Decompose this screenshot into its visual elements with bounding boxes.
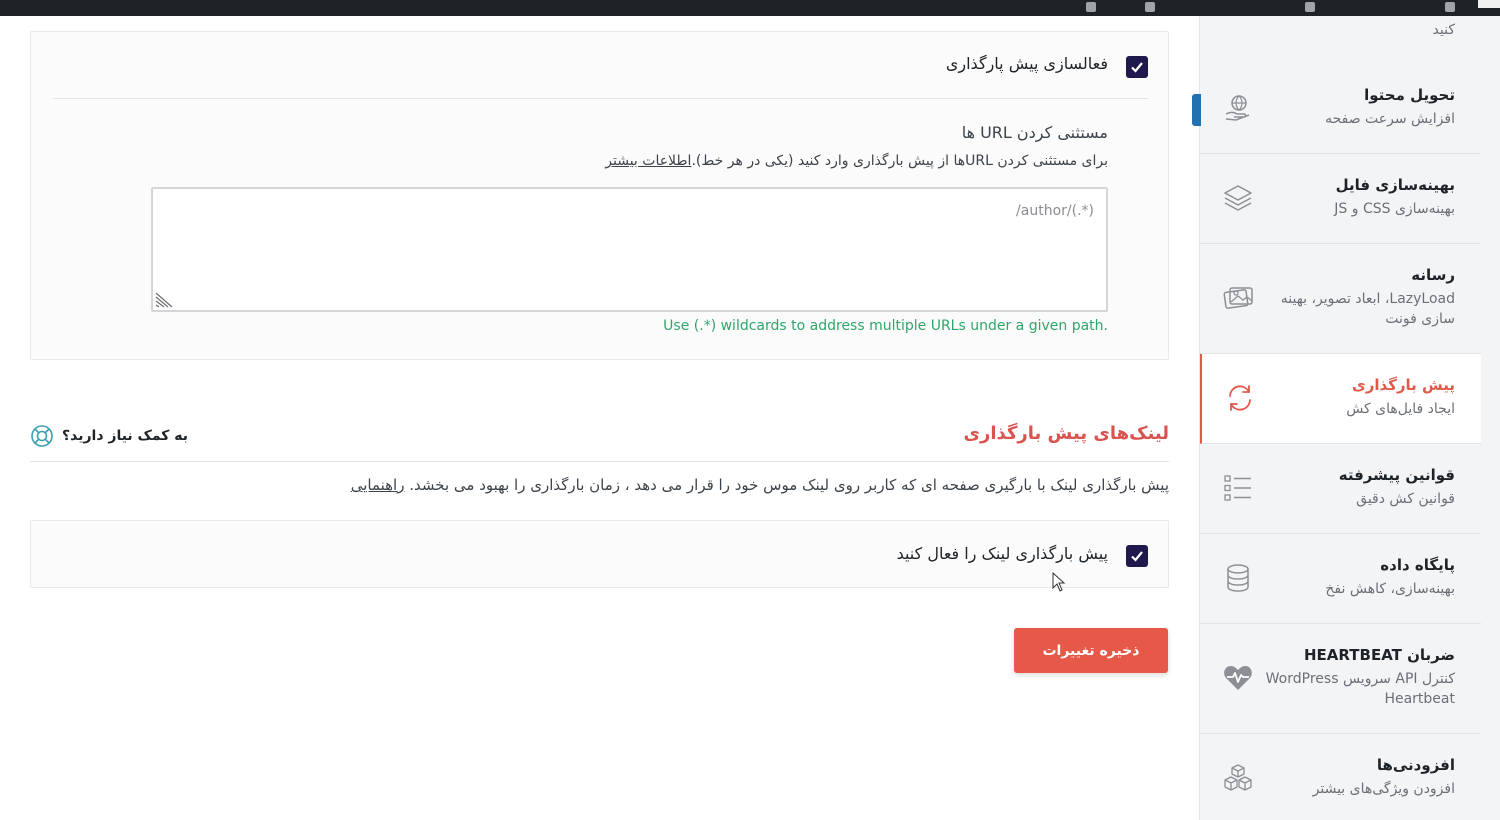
mouse-cursor-icon [1052, 572, 1066, 592]
divider [53, 98, 1148, 99]
sidebar-item-title: افزودنی‌ها [1376, 756, 1455, 774]
preload-links-desc-text: پیش بارگذاری لینک با بارگیری صفحه ای که … [409, 476, 1169, 494]
sidebar-item-title: قوانین پیشرفته [1338, 466, 1455, 484]
cdn-globe-hand-icon [1222, 92, 1254, 124]
help-label: به کمک نیاز دارید؟ [62, 428, 189, 444]
sidebar-item-advanced-rules[interactable]: قوانین پیشرفته قوانین کش دقیق [1200, 444, 1481, 534]
sidebar-item-media[interactable]: رسانه LazyLoad، ابعاد تصویر، بهینه سازی ف… [1200, 244, 1481, 354]
enable-preload-checkbox[interactable] [1126, 56, 1148, 78]
sidebar-item-heartbeat[interactable]: ضربان HEARTBEAT کنترل API سرویس WordPress… [1200, 624, 1481, 734]
sidebar-item-subtitle: قوانین کش دقیق [1356, 491, 1455, 507]
enable-preload-label: فعالسازی پیش پارگذاری [945, 54, 1108, 73]
preload-links-title: لینک‌های پیش بارگذاری [963, 423, 1169, 444]
sidebar-item-title: رسانه [1411, 266, 1455, 284]
sidebar-item-subtitle: ایجاد فایل‌های کش [1346, 401, 1455, 417]
sidebar-item-title: بهینه‌سازی فایل [1335, 176, 1455, 194]
check-icon [1131, 551, 1143, 562]
exclude-urls-description: برای مستثنی کردن URLها از پیش بارگذاری و… [605, 153, 1108, 169]
check-icon [1131, 62, 1143, 73]
sidebar-item-subtitle: بهینه‌سازی، کاهش نفخ [1325, 581, 1455, 597]
enable-link-preload-label: پیش بارگذاری لینک را فعال کنید [896, 544, 1108, 563]
images-icon [1222, 282, 1254, 314]
sidebar-item-subtitle: کنترل API سرویس WordPress Heartbeat [1265, 671, 1455, 707]
sidebar-item-preload[interactable]: پیش بارگذاری ایجاد فایل‌های کش [1200, 354, 1481, 444]
exclude-urls-textarea[interactable]: /author/(.*) [151, 187, 1108, 312]
enable-link-preload-checkbox[interactable] [1126, 545, 1148, 567]
exclude-desc-text: برای مستثنی کردن URLها از پیش بارگذاری و… [691, 153, 1108, 169]
link-preload-card: پیش بارگذاری لینک را فعال کنید [30, 520, 1169, 588]
sidebar-item-cdn[interactable]: تحویل محتوا افزایش سرعت صفحه [1200, 64, 1481, 154]
heartbeat-icon [1222, 662, 1254, 694]
admin-bar-corner [1478, 0, 1500, 8]
sidebar-item-title: تحویل محتوا [1364, 86, 1455, 104]
wildcard-hint: Use (.*) wildcards to address multiple U… [663, 318, 1108, 334]
sidebar-item-file-optimization[interactable]: بهینه‌سازی فایل بهینه‌سازی CSS و JS [1200, 154, 1481, 244]
admin-bar [0, 0, 1500, 16]
resize-grip-icon[interactable] [155, 292, 173, 308]
list-icon [1222, 472, 1254, 504]
sidebar-top-fragment: کنید [1432, 22, 1455, 38]
sidebar-item-title: پیش بارگذاری [1352, 376, 1455, 394]
section-divider [30, 461, 1169, 462]
sidebar-item-database[interactable]: پایگاه داده بهینه‌سازی، کاهش نفخ [1200, 534, 1481, 624]
sidebar-item-subtitle: افزایش سرعت صفحه [1325, 111, 1455, 127]
help-link[interactable]: به کمک نیاز دارید؟ [30, 424, 188, 448]
exclude-urls-value: /author/(.*) [1016, 203, 1094, 219]
settings-sidebar: کنید تحویل محتوا افزایش سرعت صفحه بهینه‌س… [1192, 16, 1500, 820]
exclude-urls-title: مستثنی کردن URL ها [961, 123, 1108, 142]
preload-settings-card: فعالسازی پیش پارگذاری مستثنی کردن URL ها… [30, 31, 1169, 360]
admin-bar-icon[interactable] [1305, 2, 1315, 12]
sidebar-item-title: ضربان HEARTBEAT [1304, 646, 1455, 664]
admin-bar-icon[interactable] [1145, 2, 1155, 12]
admin-bar-icon[interactable] [1445, 2, 1455, 12]
refresh-icon [1224, 382, 1256, 414]
cubes-icon [1222, 762, 1254, 794]
layers-icon [1222, 182, 1254, 214]
sidebar-item-subtitle: LazyLoad، ابعاد تصویر، بهینه سازی فونت [1280, 291, 1455, 327]
preload-links-description: پیش بارگذاری لینک با بارگیری صفحه ای که … [351, 476, 1169, 494]
guide-link[interactable]: راهنمایی [351, 476, 405, 494]
admin-bar-icon[interactable] [1086, 2, 1096, 12]
database-icon [1222, 562, 1254, 594]
sidebar-item-addons[interactable]: افزودنی‌ها افزودن ویژگی‌های بیشتر [1200, 734, 1481, 820]
sidebar-item-title: پایگاه داده [1380, 556, 1455, 574]
more-info-link[interactable]: اطلاعات بیشتر [605, 153, 691, 169]
sidebar-item-subtitle: افزودن ویژگی‌های بیشتر [1312, 781, 1455, 797]
sidebar-item-subtitle: بهینه‌سازی CSS و JS [1334, 201, 1455, 217]
save-changes-button[interactable]: ذخیره تغییرات [1014, 628, 1168, 673]
lifebuoy-icon [31, 425, 53, 447]
